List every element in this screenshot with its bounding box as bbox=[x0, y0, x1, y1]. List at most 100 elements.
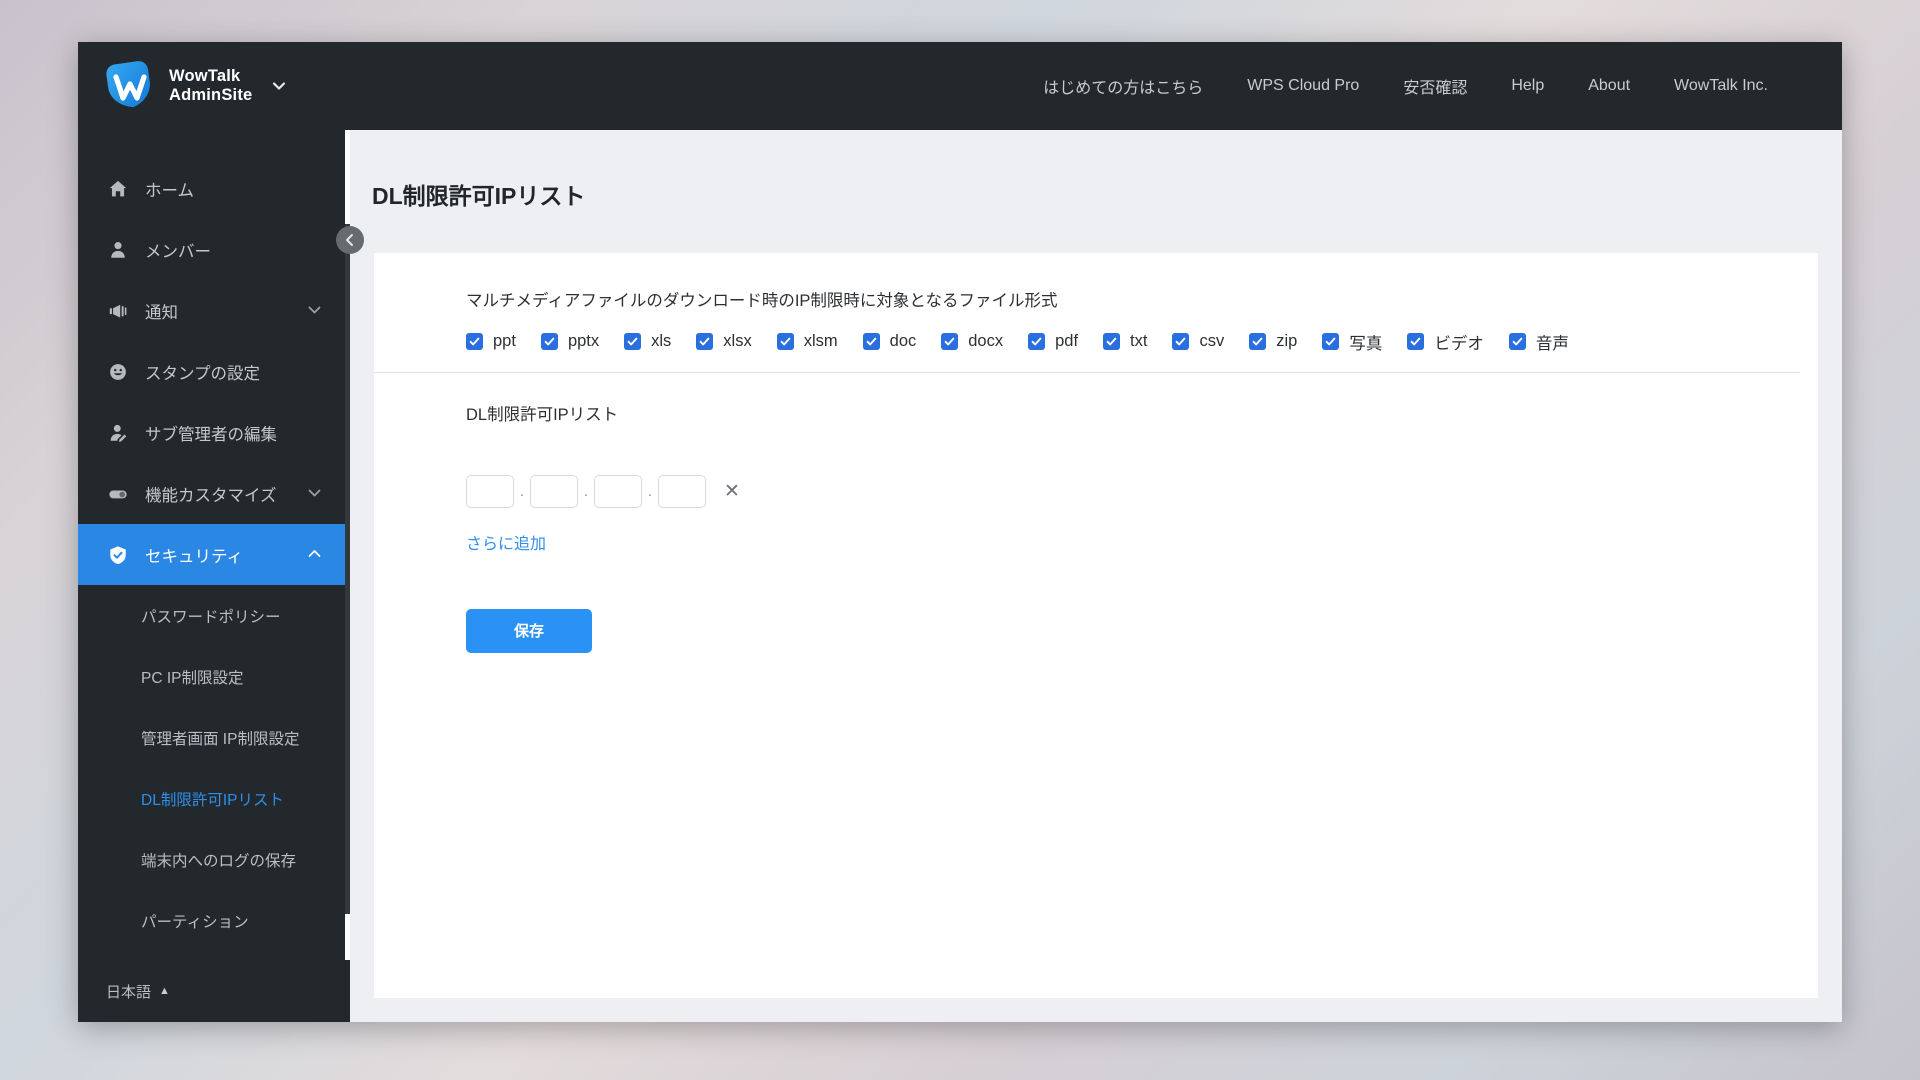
filetype-checkbox-csv[interactable]: csv bbox=[1172, 332, 1224, 351]
top-navigation: はじめての方はこちらWPS Cloud Pro安否確認HelpAboutWowT… bbox=[350, 64, 1842, 108]
sidebar-scrollbar-thumb[interactable] bbox=[345, 224, 350, 914]
brand-line1: WowTalk bbox=[169, 67, 240, 85]
top-bar: WowTalk AdminSite はじめての方はこちらWPS Cloud Pr… bbox=[78, 42, 1842, 130]
chevron-down-icon[interactable] bbox=[270, 77, 288, 95]
sidebar-subitem-2[interactable]: PC IP制限設定 bbox=[78, 646, 350, 707]
filetype-checkbox-pptx[interactable]: pptx bbox=[541, 332, 599, 351]
sidebar-subitem-6[interactable]: パーティション bbox=[78, 890, 350, 951]
filetype-checkbox-docx[interactable]: docx bbox=[941, 332, 1003, 351]
filetypes-heading: マルチメディアファイルのダウンロード時のIP制限時に対象となるファイル形式 bbox=[374, 287, 1800, 311]
user-edit-icon bbox=[106, 422, 130, 444]
ip-octet-input-3[interactable] bbox=[594, 475, 642, 508]
save-button-wrap: 保存 bbox=[374, 609, 1818, 653]
checkbox-checked-icon[interactable] bbox=[1407, 333, 1424, 350]
filetype-checkbox-xls[interactable]: xls bbox=[624, 332, 671, 351]
iplist-section: DL制限許可IPリスト ...✕ さらに追加 保存 bbox=[374, 373, 1818, 653]
sidebar-subitem-label: 管理者画面 IP制限設定 bbox=[141, 727, 299, 749]
sidebar-item-7[interactable]: セキュリティ bbox=[78, 524, 350, 585]
checkbox-checked-icon[interactable] bbox=[466, 333, 483, 350]
filetype-checkbox-ビデオ[interactable]: ビデオ bbox=[1407, 330, 1484, 354]
filetype-label: xls bbox=[651, 332, 671, 351]
smiley-icon bbox=[106, 361, 130, 383]
checkbox-checked-icon[interactable] bbox=[1103, 333, 1120, 350]
ip-separator-dot: . bbox=[514, 475, 530, 508]
sidebar-item-label: 機能カスタマイズ bbox=[145, 482, 277, 506]
sidebar-item-label: スタンプの設定 bbox=[145, 360, 260, 384]
sidebar-subitem-4[interactable]: DL制限許可IPリスト bbox=[78, 768, 350, 829]
checkbox-checked-icon[interactable] bbox=[696, 333, 713, 350]
ip-rows-container: ...✕ bbox=[374, 475, 1818, 508]
checkbox-checked-icon[interactable] bbox=[1509, 333, 1526, 350]
sidebar-item-label: 通知 bbox=[145, 299, 178, 323]
checkbox-checked-icon[interactable] bbox=[1249, 333, 1266, 350]
brand-block[interactable]: WowTalk AdminSite bbox=[78, 60, 350, 112]
filetype-checkbox-zip[interactable]: zip bbox=[1249, 332, 1297, 351]
language-selector[interactable]: 日本語 ▲ bbox=[78, 960, 350, 1022]
filetype-checkbox-ppt[interactable]: ppt bbox=[466, 332, 516, 351]
chevron-left-circle-icon[interactable] bbox=[336, 226, 364, 254]
checkbox-checked-icon[interactable] bbox=[863, 333, 880, 350]
sidebar-item-label: メンバー bbox=[145, 238, 211, 262]
filetype-checkbox-txt[interactable]: txt bbox=[1103, 332, 1147, 351]
add-more-link[interactable]: さらに追加 bbox=[374, 530, 546, 554]
filetypes-checkbox-row: ppt pptx xls xlsx xlsm doc docx pdf txt csv zip 写真 ビ… bbox=[374, 330, 1800, 354]
sidebar-subitem-label: 端末内へのログの保存 bbox=[141, 849, 296, 871]
topnav-item-2[interactable]: WPS Cloud Pro bbox=[1225, 67, 1381, 105]
sidebar-subitem-label: パーティション bbox=[141, 910, 249, 932]
ip-octet-input-1[interactable] bbox=[466, 475, 514, 508]
settings-card: マルチメディアファイルのダウンロード時のIP制限時に対象となるファイル形式 pp… bbox=[374, 253, 1818, 998]
ip-octet-input-4[interactable] bbox=[658, 475, 706, 508]
app-shell: ホームメンバー通知スタンプの設定サブ管理者の編集機能カスタマイズセキュリティパス… bbox=[78, 130, 1842, 1022]
checkbox-checked-icon[interactable] bbox=[777, 333, 794, 350]
checkbox-checked-icon[interactable] bbox=[541, 333, 558, 350]
checkbox-checked-icon[interactable] bbox=[941, 333, 958, 350]
checkbox-checked-icon[interactable] bbox=[1172, 333, 1189, 350]
filetype-checkbox-xlsx[interactable]: xlsx bbox=[696, 332, 751, 351]
wowtalk-logo-icon bbox=[104, 60, 156, 112]
sidebar-scrollbar-track[interactable] bbox=[345, 130, 350, 960]
filetype-label: ビデオ bbox=[1434, 330, 1484, 354]
filetype-label: 音声 bbox=[1536, 330, 1569, 354]
checkbox-checked-icon[interactable] bbox=[1322, 333, 1339, 350]
chevron-down-icon[interactable] bbox=[305, 484, 324, 503]
topnav-item-5[interactable]: About bbox=[1566, 67, 1652, 105]
brand-line2: AdminSite bbox=[169, 86, 252, 104]
sidebar-item-4[interactable]: スタンプの設定 bbox=[78, 341, 350, 402]
megaphone-icon bbox=[106, 300, 130, 322]
filetype-checkbox-xlsm[interactable]: xlsm bbox=[777, 332, 838, 351]
filetype-checkbox-pdf[interactable]: pdf bbox=[1028, 332, 1078, 351]
home-icon bbox=[106, 178, 130, 200]
filetypes-section: マルチメディアファイルのダウンロード時のIP制限時に対象となるファイル形式 pp… bbox=[374, 287, 1800, 373]
sidebar-item-label: ホーム bbox=[145, 177, 194, 201]
checkbox-checked-icon[interactable] bbox=[1028, 333, 1045, 350]
filetype-label: xlsm bbox=[804, 332, 838, 351]
filetype-checkbox-doc[interactable]: doc bbox=[863, 332, 917, 351]
sidebar-subitem-5[interactable]: 端末内へのログの保存 bbox=[78, 829, 350, 890]
topnav-item-4[interactable]: Help bbox=[1489, 67, 1566, 105]
topnav-item-3[interactable]: 安否確認 bbox=[1381, 64, 1489, 108]
ip-octet-input-2[interactable] bbox=[530, 475, 578, 508]
close-icon[interactable]: ✕ bbox=[724, 482, 740, 501]
sidebar-item-label: サブ管理者の編集 bbox=[145, 421, 277, 445]
sidebar-item-5[interactable]: サブ管理者の編集 bbox=[78, 402, 350, 463]
filetype-checkbox-写真[interactable]: 写真 bbox=[1322, 330, 1382, 354]
sidebar-subitem-1[interactable]: パスワードポリシー bbox=[78, 585, 350, 646]
filetype-label: doc bbox=[890, 332, 917, 351]
filetype-checkbox-音声[interactable]: 音声 bbox=[1509, 330, 1569, 354]
sidebar-item-6[interactable]: 機能カスタマイズ bbox=[78, 463, 350, 524]
sidebar-item-1[interactable]: ホーム bbox=[78, 158, 350, 219]
sidebar-subitem-3[interactable]: 管理者画面 IP制限設定 bbox=[78, 707, 350, 768]
topnav-item-6[interactable]: WowTalk Inc. bbox=[1652, 67, 1790, 105]
language-label: 日本語 bbox=[106, 981, 151, 1002]
page-title: DL制限許可IPリスト bbox=[350, 145, 1842, 237]
sidebar-item-3[interactable]: 通知 bbox=[78, 280, 350, 341]
filetype-label: pdf bbox=[1055, 332, 1078, 351]
sidebar-item-2[interactable]: メンバー bbox=[78, 219, 350, 280]
iplist-heading: DL制限許可IPリスト bbox=[374, 401, 1818, 425]
filetype-label: csv bbox=[1199, 332, 1224, 351]
topnav-item-1[interactable]: はじめての方はこちら bbox=[1021, 64, 1225, 108]
save-button[interactable]: 保存 bbox=[466, 609, 592, 653]
chevron-down-icon[interactable] bbox=[305, 301, 324, 320]
chevron-up-icon[interactable] bbox=[305, 545, 324, 564]
checkbox-checked-icon[interactable] bbox=[624, 333, 641, 350]
